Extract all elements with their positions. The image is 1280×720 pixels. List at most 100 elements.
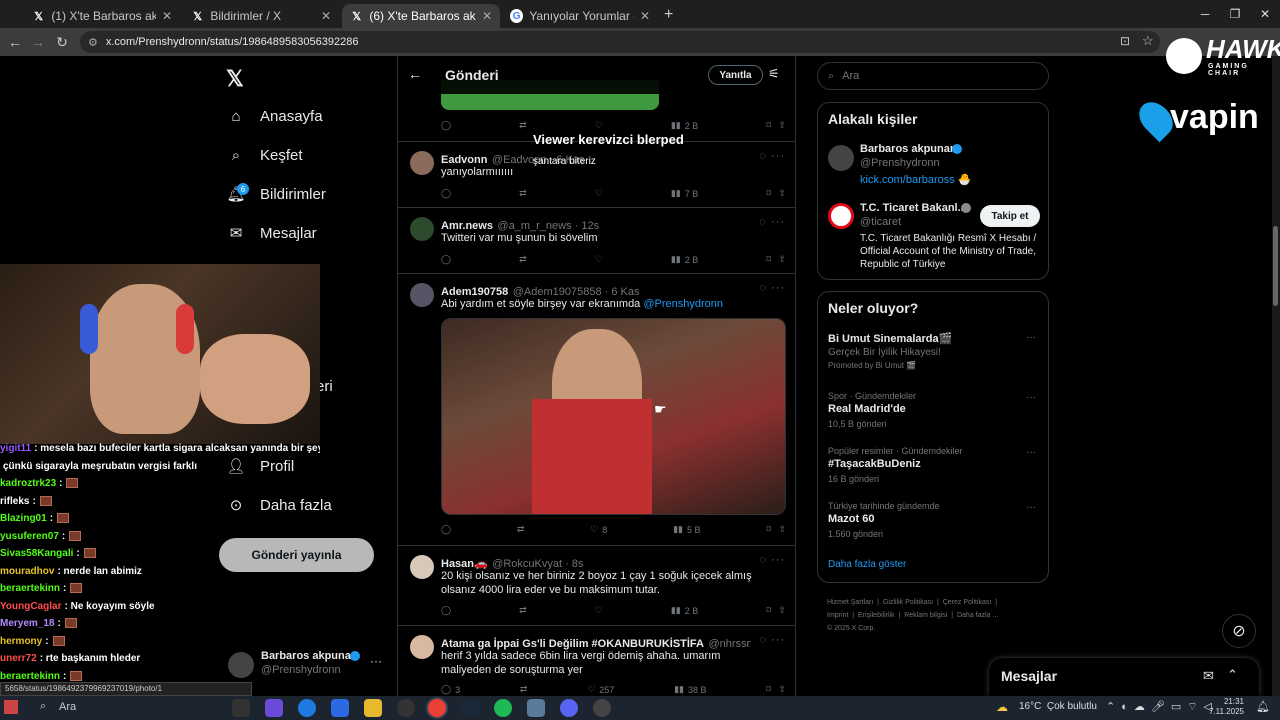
tab-3-active[interactable]: 𝕏(6) X'te Barbaros akpunar: "YIK✕ bbox=[342, 4, 500, 28]
reply-icon[interactable]: ◯ 3 bbox=[441, 684, 460, 695]
nav-messages[interactable]: ✉ Mesajlar bbox=[226, 223, 317, 243]
store-icon[interactable] bbox=[331, 699, 349, 717]
chat-username[interactable]: beraertekinn bbox=[0, 671, 60, 682]
post-item[interactable]: Atama ga İppai Gs'li Değilim #OKANBURUKİ… bbox=[398, 626, 795, 696]
search-input[interactable]: ⌕ Ara bbox=[817, 62, 1049, 90]
repost-icon[interactable]: ⇄ bbox=[519, 120, 527, 131]
views-icon[interactable]: ▮▮ 2 B bbox=[671, 120, 698, 131]
footer-link[interactable]: Erişilebilirlik bbox=[858, 612, 895, 619]
back-arrow-icon[interactable]: ← bbox=[408, 66, 422, 82]
search-icon[interactable]: ⌕ bbox=[40, 700, 46, 713]
trend-more-icon[interactable]: ··· bbox=[1026, 392, 1036, 403]
person-name[interactable]: T.C. Ticaret Bakanl... bbox=[860, 202, 967, 214]
footer-link[interactable]: Gizlilik Politikası bbox=[883, 599, 933, 606]
trend-item[interactable]: Bi Umut Sinemalarda🎬 Gerçek Bir İyilik H… bbox=[828, 332, 1038, 370]
avatar[interactable] bbox=[828, 145, 854, 171]
show-more-link[interactable]: Daha fazla göster bbox=[828, 559, 906, 570]
more-options-icon[interactable]: ◌ ··· bbox=[759, 554, 785, 566]
restore-icon[interactable]: ❐ bbox=[1218, 0, 1252, 28]
reload-icon[interactable]: ↻ bbox=[51, 30, 73, 54]
like-icon[interactable]: ♡ bbox=[595, 254, 603, 265]
trend-more-icon[interactable]: ··· bbox=[1026, 332, 1036, 343]
scrollbar-thumb[interactable] bbox=[1273, 226, 1278, 306]
close-icon[interactable]: ✕ bbox=[640, 9, 650, 23]
views-icon[interactable]: ▮▮ 2 B bbox=[671, 254, 698, 265]
close-icon[interactable]: ✕ bbox=[321, 9, 331, 23]
install-icon[interactable]: ⊡ bbox=[1120, 34, 1130, 48]
bookmark-icon[interactable]: ⌑ ⇧ bbox=[766, 254, 786, 265]
forward-arrow-icon[interactable]: → bbox=[27, 30, 49, 54]
avatar[interactable] bbox=[410, 151, 434, 175]
site-info-icon[interactable]: ⚙ bbox=[88, 36, 98, 49]
tab-4[interactable]: GYanıyolar Yorumlar - Google'da✕ bbox=[502, 4, 658, 28]
post-image[interactable] bbox=[441, 318, 786, 515]
footer-link[interactable]: Hizmet Şartları bbox=[827, 599, 873, 606]
close-icon[interactable]: ✕ bbox=[482, 9, 492, 23]
trend-item[interactable]: Türkiye tarihinde gündemde Mazot 60 1.56… bbox=[828, 501, 1038, 539]
person-name[interactable]: Barbaros akpunar bbox=[860, 143, 954, 155]
clock[interactable]: 21:31 7.11.2025 bbox=[1204, 697, 1244, 717]
post-item[interactable]: Hasan🚗 @RokcuKvyat · 8s ◌ ··· 20 kişi ol… bbox=[398, 546, 795, 626]
new-message-icon[interactable]: ✉ bbox=[1203, 668, 1214, 684]
avatar[interactable] bbox=[410, 217, 434, 241]
settings-sliders-icon[interactable]: ⚟ bbox=[768, 66, 780, 82]
more-options-icon[interactable]: ◌ ··· bbox=[759, 150, 785, 162]
footer-link[interactable]: Reklam bilgisi bbox=[904, 612, 947, 619]
views-icon[interactable]: ▮▮ 2 B bbox=[671, 605, 698, 616]
minimize-icon[interactable]: ─ bbox=[1188, 0, 1222, 28]
more-options-icon[interactable]: ◌ ··· bbox=[759, 216, 785, 228]
chat-username[interactable]: unerr72 bbox=[0, 653, 37, 664]
footer-link[interactable]: Daha fazla ... bbox=[957, 612, 998, 619]
like-icon[interactable]: ♡ bbox=[595, 120, 603, 131]
avatar[interactable] bbox=[410, 555, 434, 579]
window-close-icon[interactable]: ✕ bbox=[1248, 0, 1280, 28]
chat-username[interactable]: Blazing01 bbox=[0, 513, 47, 524]
trend-item[interactable]: Spor · Gündemdekiler Real Madrid'de 10,5… bbox=[828, 391, 1038, 429]
trend-more-icon[interactable]: ··· bbox=[1026, 502, 1036, 513]
folder-icon[interactable] bbox=[364, 699, 382, 717]
x-logo-icon[interactable]: 𝕏 bbox=[226, 66, 244, 92]
follow-button[interactable]: Takip et bbox=[980, 205, 1040, 227]
chat-username[interactable]: mouradhov bbox=[0, 566, 54, 577]
bookmark-icon[interactable]: ⌑ ⇧ bbox=[766, 524, 786, 535]
bookmark-icon[interactable]: ⌑ ⇧ bbox=[766, 188, 786, 199]
mention-link[interactable]: @Prenshydronn bbox=[643, 298, 723, 310]
avatar[interactable] bbox=[410, 283, 434, 307]
chat-username[interactable]: beraertekinn bbox=[0, 583, 60, 594]
discord-icon[interactable] bbox=[560, 699, 578, 717]
xbox-icon[interactable] bbox=[397, 699, 415, 717]
steam-icon[interactable] bbox=[461, 699, 479, 717]
post-item[interactable]: Amr.news @a_m_r_news · 12s ◌ ··· Twitter… bbox=[398, 208, 795, 274]
back-arrow-icon[interactable]: ← bbox=[4, 30, 26, 54]
like-icon[interactable]: ♡ 257 bbox=[587, 684, 614, 695]
like-icon[interactable]: ♡ bbox=[595, 188, 603, 199]
repost-icon[interactable]: ⇄ bbox=[517, 524, 525, 535]
repost-icon[interactable]: ⇄ bbox=[519, 605, 527, 616]
bookmark-icon[interactable]: ⌑ ⇧ bbox=[766, 684, 786, 695]
repost-icon[interactable]: ⇄ bbox=[520, 684, 528, 695]
views-icon[interactable]: ▮▮ 7 B bbox=[671, 188, 698, 199]
start-icon[interactable] bbox=[4, 700, 18, 714]
chat-username[interactable]: Meryem_18 bbox=[0, 618, 54, 629]
reply-icon[interactable]: ◯ bbox=[441, 120, 451, 131]
url-field[interactable]: ⚙ x.com/Prenshydronn/status/198648958305… bbox=[80, 31, 1160, 53]
edge-icon[interactable] bbox=[298, 699, 316, 717]
tray-icons[interactable]: ⌃◐☁🎤︎▭⌔◁ bbox=[1106, 700, 1218, 714]
like-icon[interactable]: ♡ 8 bbox=[590, 524, 607, 535]
avatar[interactable] bbox=[828, 203, 854, 229]
chat-username[interactable]: rifleks bbox=[0, 496, 29, 507]
reply-icon[interactable]: ◯ bbox=[441, 524, 451, 535]
bookmark-icon[interactable]: ⌑ ⇧ bbox=[766, 605, 786, 616]
expand-up-icon[interactable]: ⌃ bbox=[1227, 667, 1238, 683]
post-item[interactable]: Adem190758 @Adem19075858 · 6 Kas ◌ ··· A… bbox=[398, 274, 795, 546]
views-icon[interactable]: ▮▮ 38 B bbox=[674, 684, 706, 695]
messages-drawer[interactable]: Mesajlar ✉ ⌃ bbox=[989, 658, 1259, 696]
more-options-icon[interactable]: ◌ ··· bbox=[759, 282, 785, 294]
repost-icon[interactable]: ⇄ bbox=[519, 188, 527, 199]
spotify-icon[interactable] bbox=[494, 699, 512, 717]
weather-text[interactable]: 16°C Çok bulutlu bbox=[1019, 701, 1097, 712]
chat-username[interactable]: Sivas58Kangali bbox=[0, 548, 73, 559]
bookmark-star-icon[interactable]: ☆ bbox=[1142, 33, 1154, 49]
like-icon[interactable]: ♡ bbox=[595, 605, 603, 616]
tab-2[interactable]: 𝕏 Bildirimler / X ✕ bbox=[183, 4, 339, 28]
